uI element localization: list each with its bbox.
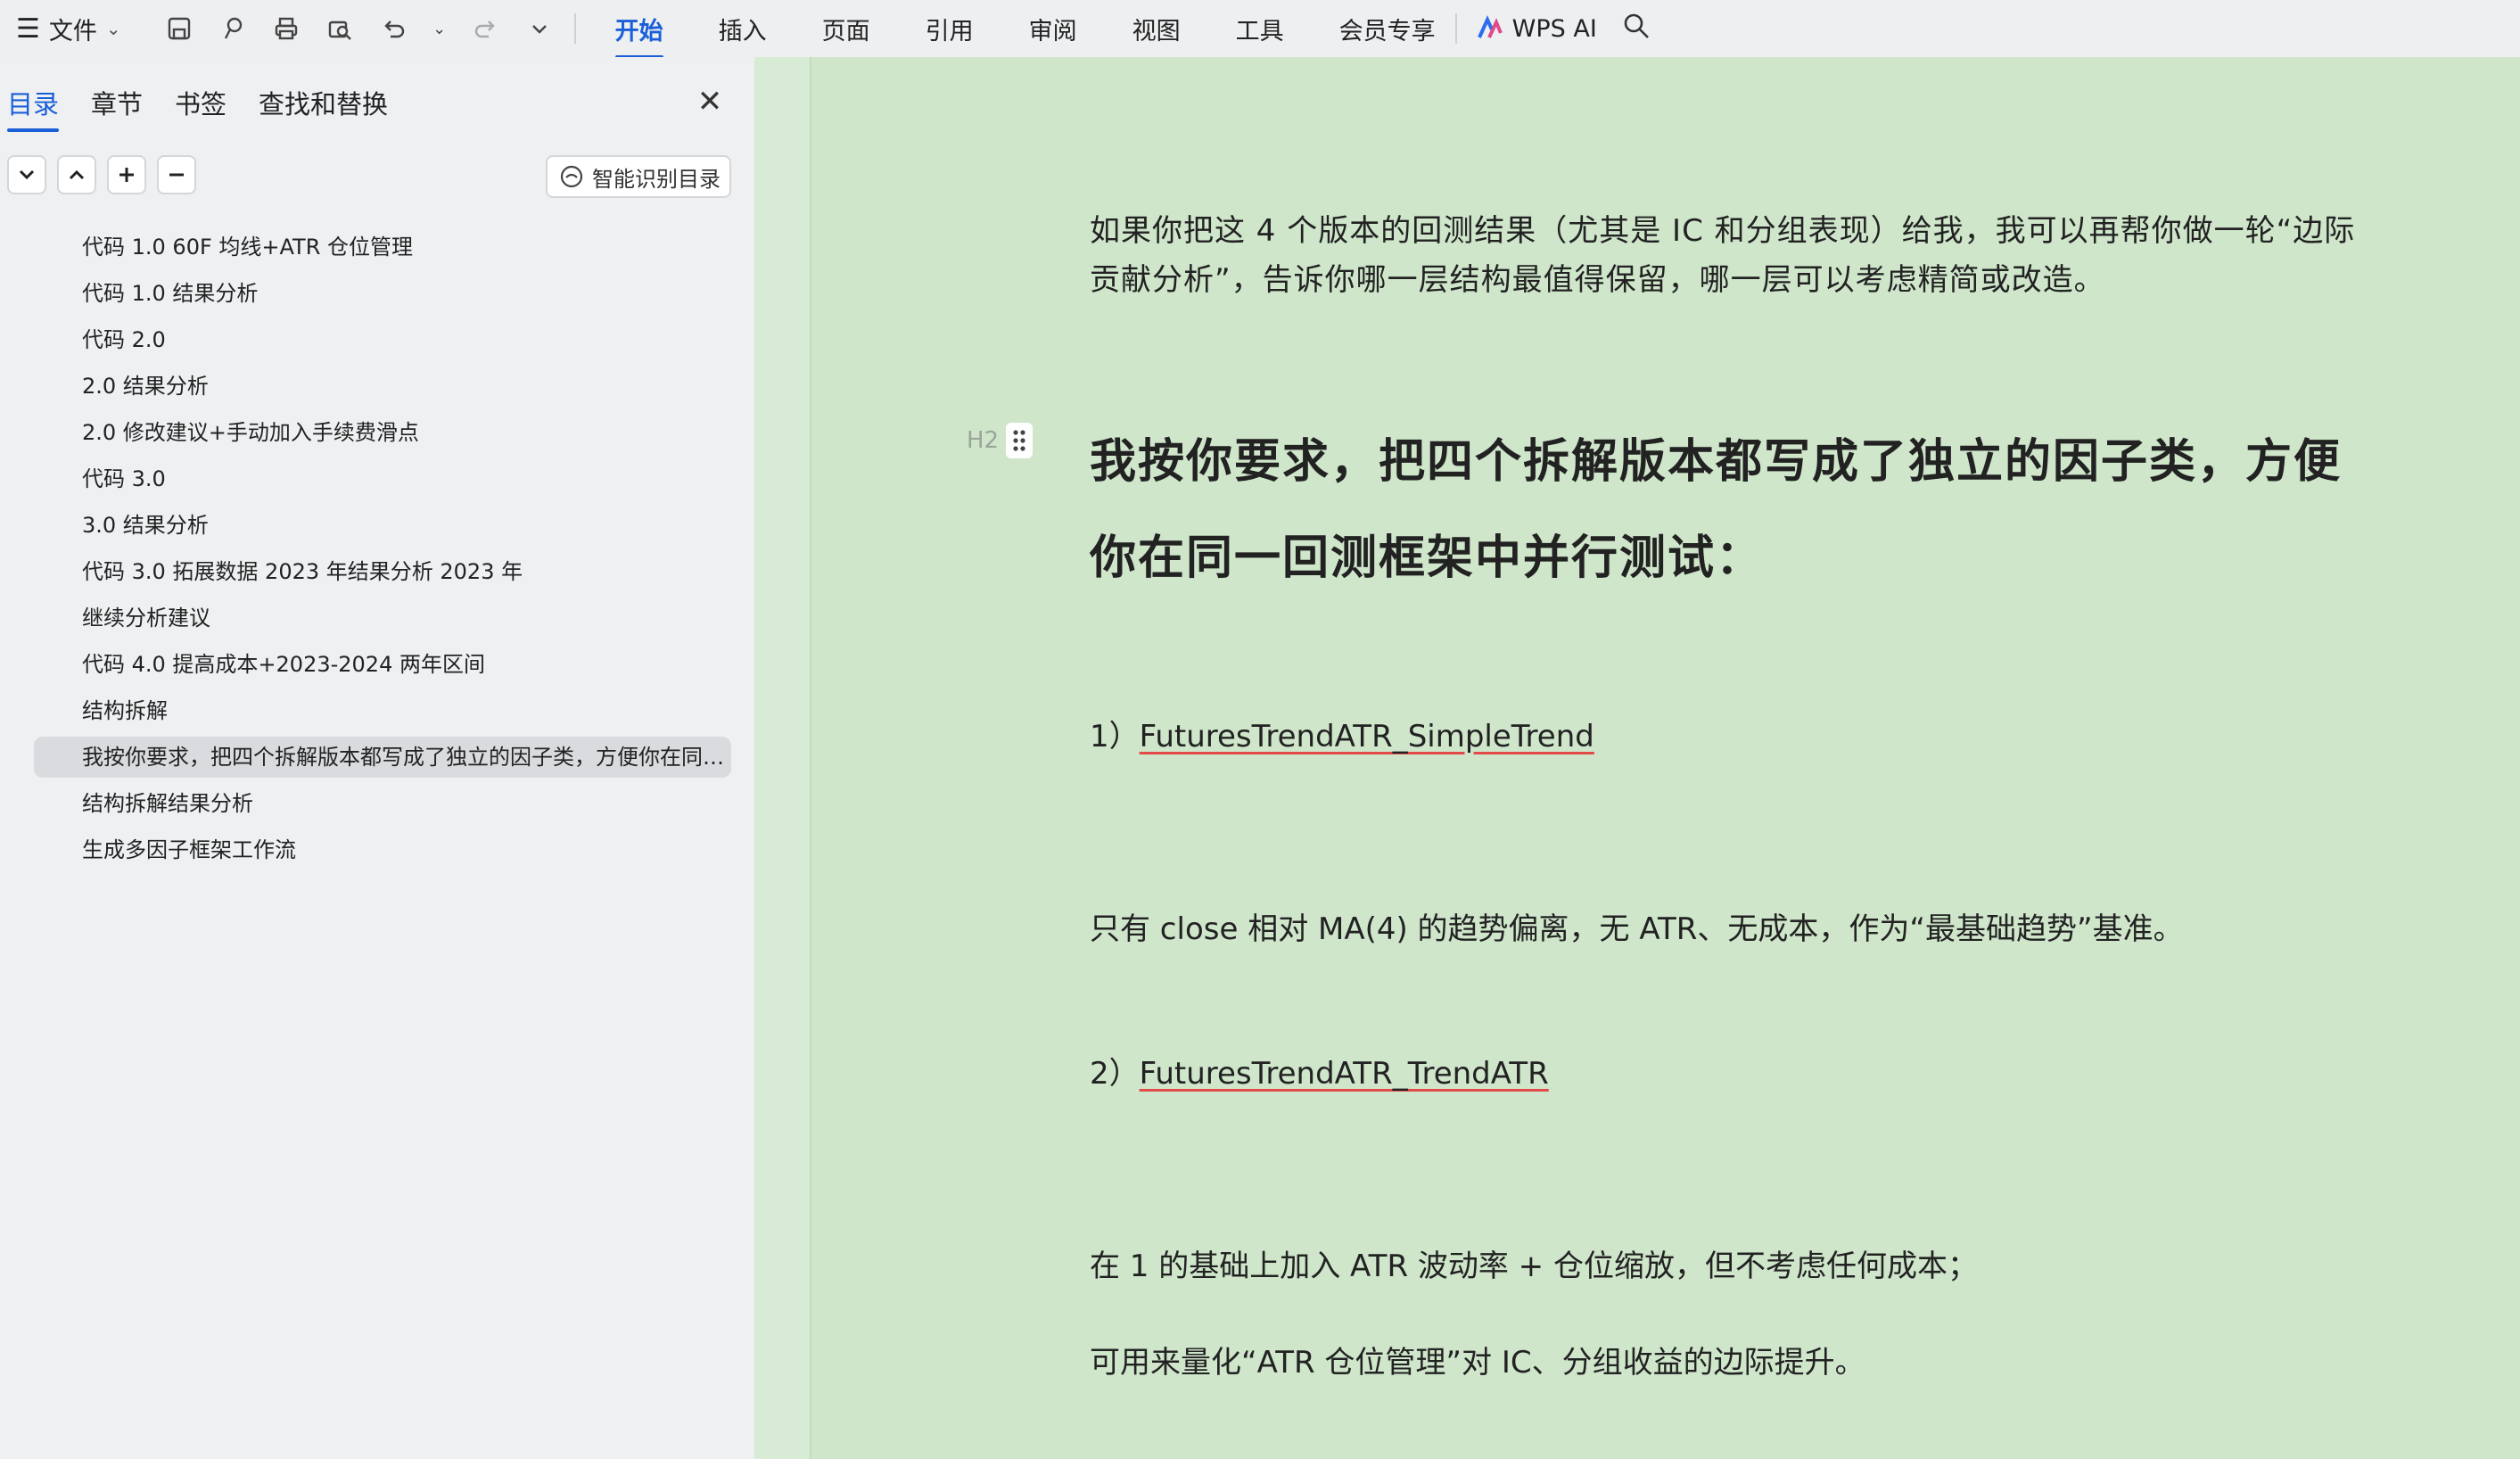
- search-icon[interactable]: [1622, 12, 1651, 46]
- more-dropdown-icon[interactable]: [524, 13, 555, 44]
- paragraph-item-1-desc: 只有 close 相对 MA(4) 的趋势偏离，无 ATR、无成本，作为“最基础…: [1090, 911, 2184, 947]
- tab-member[interactable]: 会员专享: [1339, 6, 1436, 52]
- file-menu[interactable]: ☰ 文件 ⌄: [16, 12, 121, 46]
- list-item-2: 2）FuturesTrendATR_TrendATR: [1090, 1049, 2374, 1092]
- minus-icon: [169, 173, 184, 177]
- heading-level-label: H2: [967, 427, 1000, 454]
- expand-all-button[interactable]: [7, 155, 46, 194]
- smart-detect-icon: [560, 165, 583, 188]
- paragraph-item-2-desc-1: 在 1 的基础上加入 ATR 波动率 + 仓位缩放，但不考虑任何成本；: [1090, 1249, 1978, 1284]
- chevron-up-icon: [69, 169, 85, 180]
- chevron-down-icon: ⌄: [105, 18, 121, 39]
- tab-sections[interactable]: 章节: [91, 84, 143, 128]
- remove-heading-button[interactable]: [157, 155, 196, 194]
- redo-icon[interactable]: [471, 13, 501, 44]
- navigation-pane: 目录 章节 书签 查找和替换 ✕ 智能识别目录 代码 1.0 60F 均线+AT…: [0, 57, 754, 1459]
- toc-item[interactable]: 3.0 结果分析: [34, 505, 731, 546]
- toolbar-divider: [573, 13, 576, 44]
- toc-item[interactable]: 2.0 修改建议+手动加入手续费滑点: [34, 412, 731, 453]
- list-item-1: 1）FuturesTrendATR_SimpleTrend: [1090, 712, 2374, 755]
- toc-list: 代码 1.0 60F 均线+ATR 仓位管理 代码 1.0 结果分析 代码 2.0 2…: [0, 227, 754, 876]
- tab-view[interactable]: 视图: [1132, 6, 1181, 52]
- toc-item[interactable]: 我按你要求，把四个拆解版本都写成了独立的因子类，方便你在同一回测框架中并行测试：: [34, 737, 731, 778]
- print-preview-icon[interactable]: [325, 13, 355, 44]
- top-toolbar: ☰ 文件 ⌄ ⌄ 开始 插入 页面 引用 审阅 视图 工具 会员专享 WPS A…: [0, 0, 2520, 59]
- file-menu-label: 文件: [48, 17, 97, 45]
- hamburger-icon: ☰: [16, 12, 40, 45]
- tab-bookmarks[interactable]: 书签: [175, 84, 226, 128]
- undo-dropdown-icon[interactable]: ⌄: [432, 13, 448, 44]
- toc-item[interactable]: 代码 3.0: [34, 458, 731, 499]
- toc-item[interactable]: 2.0 结果分析: [34, 366, 731, 407]
- list-item-1-prefix: 1）: [1090, 719, 1140, 754]
- chevron-down-icon: [19, 169, 35, 180]
- tab-toc[interactable]: 目录: [7, 84, 60, 132]
- toc-item[interactable]: 代码 1.0 60F 均线+ATR 仓位管理: [34, 227, 731, 268]
- collapse-all-button[interactable]: [57, 155, 96, 194]
- undo-icon[interactable]: [378, 13, 408, 44]
- toc-item[interactable]: 代码 2.0: [34, 319, 731, 360]
- tab-find-replace[interactable]: 查找和替换: [259, 84, 388, 128]
- tab-review[interactable]: 审阅: [1029, 6, 1077, 52]
- list-item-1-class-name: FuturesTrendATR_SimpleTrend: [1139, 719, 1594, 754]
- heading-2: 我按你要求，把四个拆解版本都写成了独立的因子类，方便你在同一回测框架中并行测试：: [1090, 435, 2343, 585]
- smart-toc-label: 智能识别目录: [592, 166, 721, 192]
- toc-item[interactable]: 继续分析建议: [34, 598, 731, 639]
- toc-item[interactable]: 代码 4.0 提高成本+2023-2024 两年区间: [34, 644, 731, 685]
- list-item-2-prefix: 2）: [1090, 1056, 1140, 1092]
- wps-ai-logo-icon: [1477, 15, 1503, 38]
- wps-ai-label: WPS AI: [1511, 14, 1597, 43]
- close-pane-icon[interactable]: ✕: [692, 84, 728, 120]
- add-heading-button[interactable]: [107, 155, 146, 194]
- plus-icon: [119, 168, 134, 182]
- print-icon[interactable]: [271, 13, 301, 44]
- document-left-margin: [754, 57, 811, 1459]
- tab-page[interactable]: 页面: [822, 6, 870, 52]
- toc-item[interactable]: 代码 3.0 拓展数据 2023 年结果分析 2023 年: [34, 551, 731, 592]
- save-icon[interactable]: [164, 13, 194, 44]
- tab-home[interactable]: 开始: [614, 6, 663, 59]
- toc-item[interactable]: 代码 1.0 结果分析: [34, 273, 731, 314]
- wps-ai-button[interactable]: WPS AI: [1477, 15, 1597, 43]
- tab-insert[interactable]: 插入: [719, 6, 767, 52]
- toc-item[interactable]: 生成多因子框架工作流: [34, 829, 731, 870]
- paragraph-intro: 如果你把这 4 个版本的回测结果（尤其是 IC 和分组表现）给我，我可以再帮你做…: [1090, 213, 2356, 298]
- heading-marker: H2: [967, 423, 1034, 458]
- list-item-2-class-name: FuturesTrendATR_TrendATR: [1139, 1056, 1549, 1092]
- tab-reference[interactable]: 引用: [926, 6, 974, 52]
- format-painter-icon[interactable]: [218, 13, 248, 44]
- smart-toc-button[interactable]: 智能识别目录: [546, 155, 731, 198]
- toolbar-divider-2: [1454, 13, 1457, 44]
- toc-item[interactable]: 结构拆解: [34, 690, 731, 731]
- toc-item[interactable]: 结构拆解结果分析: [34, 783, 731, 824]
- paragraph-item-2-desc-2: 可用来量化“ATR 仓位管理”对 IC、分组收益的边际提升。: [1090, 1345, 1865, 1381]
- tab-tools[interactable]: 工具: [1236, 6, 1284, 52]
- drag-handle-icon[interactable]: [1006, 423, 1034, 458]
